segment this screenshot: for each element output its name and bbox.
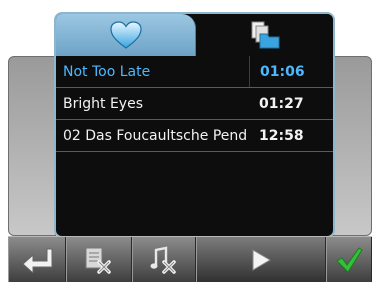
back-arrow-icon bbox=[22, 248, 53, 273]
playlist: Not Too Late 01:06 Bright Eyes 01:27 02 … bbox=[56, 56, 333, 152]
track-title: Bright Eyes bbox=[63, 95, 143, 112]
bottom-toolbar bbox=[8, 236, 372, 282]
delete-track-icon bbox=[150, 246, 176, 274]
list-item[interactable]: Bright Eyes 01:27 bbox=[56, 88, 333, 120]
track-duration: 01:06 bbox=[249, 56, 333, 87]
track-title: Not Too Late bbox=[63, 63, 151, 80]
back-button[interactable] bbox=[8, 237, 66, 282]
tab-favorites[interactable] bbox=[56, 14, 196, 56]
playlist-window: Not Too Late 01:06 Bright Eyes 01:27 02 … bbox=[54, 12, 335, 238]
track-duration: 12:58 bbox=[259, 127, 304, 144]
tab-files[interactable] bbox=[196, 14, 333, 56]
track-duration: 01:27 bbox=[259, 95, 304, 112]
checkmark-icon bbox=[336, 247, 363, 273]
confirm-button[interactable] bbox=[326, 237, 372, 282]
heart-icon bbox=[109, 21, 142, 49]
left-side-panel bbox=[8, 56, 56, 236]
play-icon bbox=[252, 249, 271, 271]
list-item[interactable]: Not Too Late 01:06 bbox=[56, 56, 333, 88]
track-title: 02 Das Foucaultsche Pend bbox=[63, 127, 248, 144]
delete-item-icon bbox=[85, 247, 111, 274]
file-folder-icon bbox=[251, 21, 279, 49]
play-button[interactable] bbox=[196, 237, 326, 282]
remove-item-button[interactable] bbox=[66, 237, 132, 282]
list-item[interactable]: 02 Das Foucaultsche Pend 12:58 bbox=[56, 120, 333, 152]
remove-track-button[interactable] bbox=[132, 237, 196, 282]
tab-bar bbox=[56, 14, 333, 56]
right-side-panel bbox=[332, 56, 372, 236]
